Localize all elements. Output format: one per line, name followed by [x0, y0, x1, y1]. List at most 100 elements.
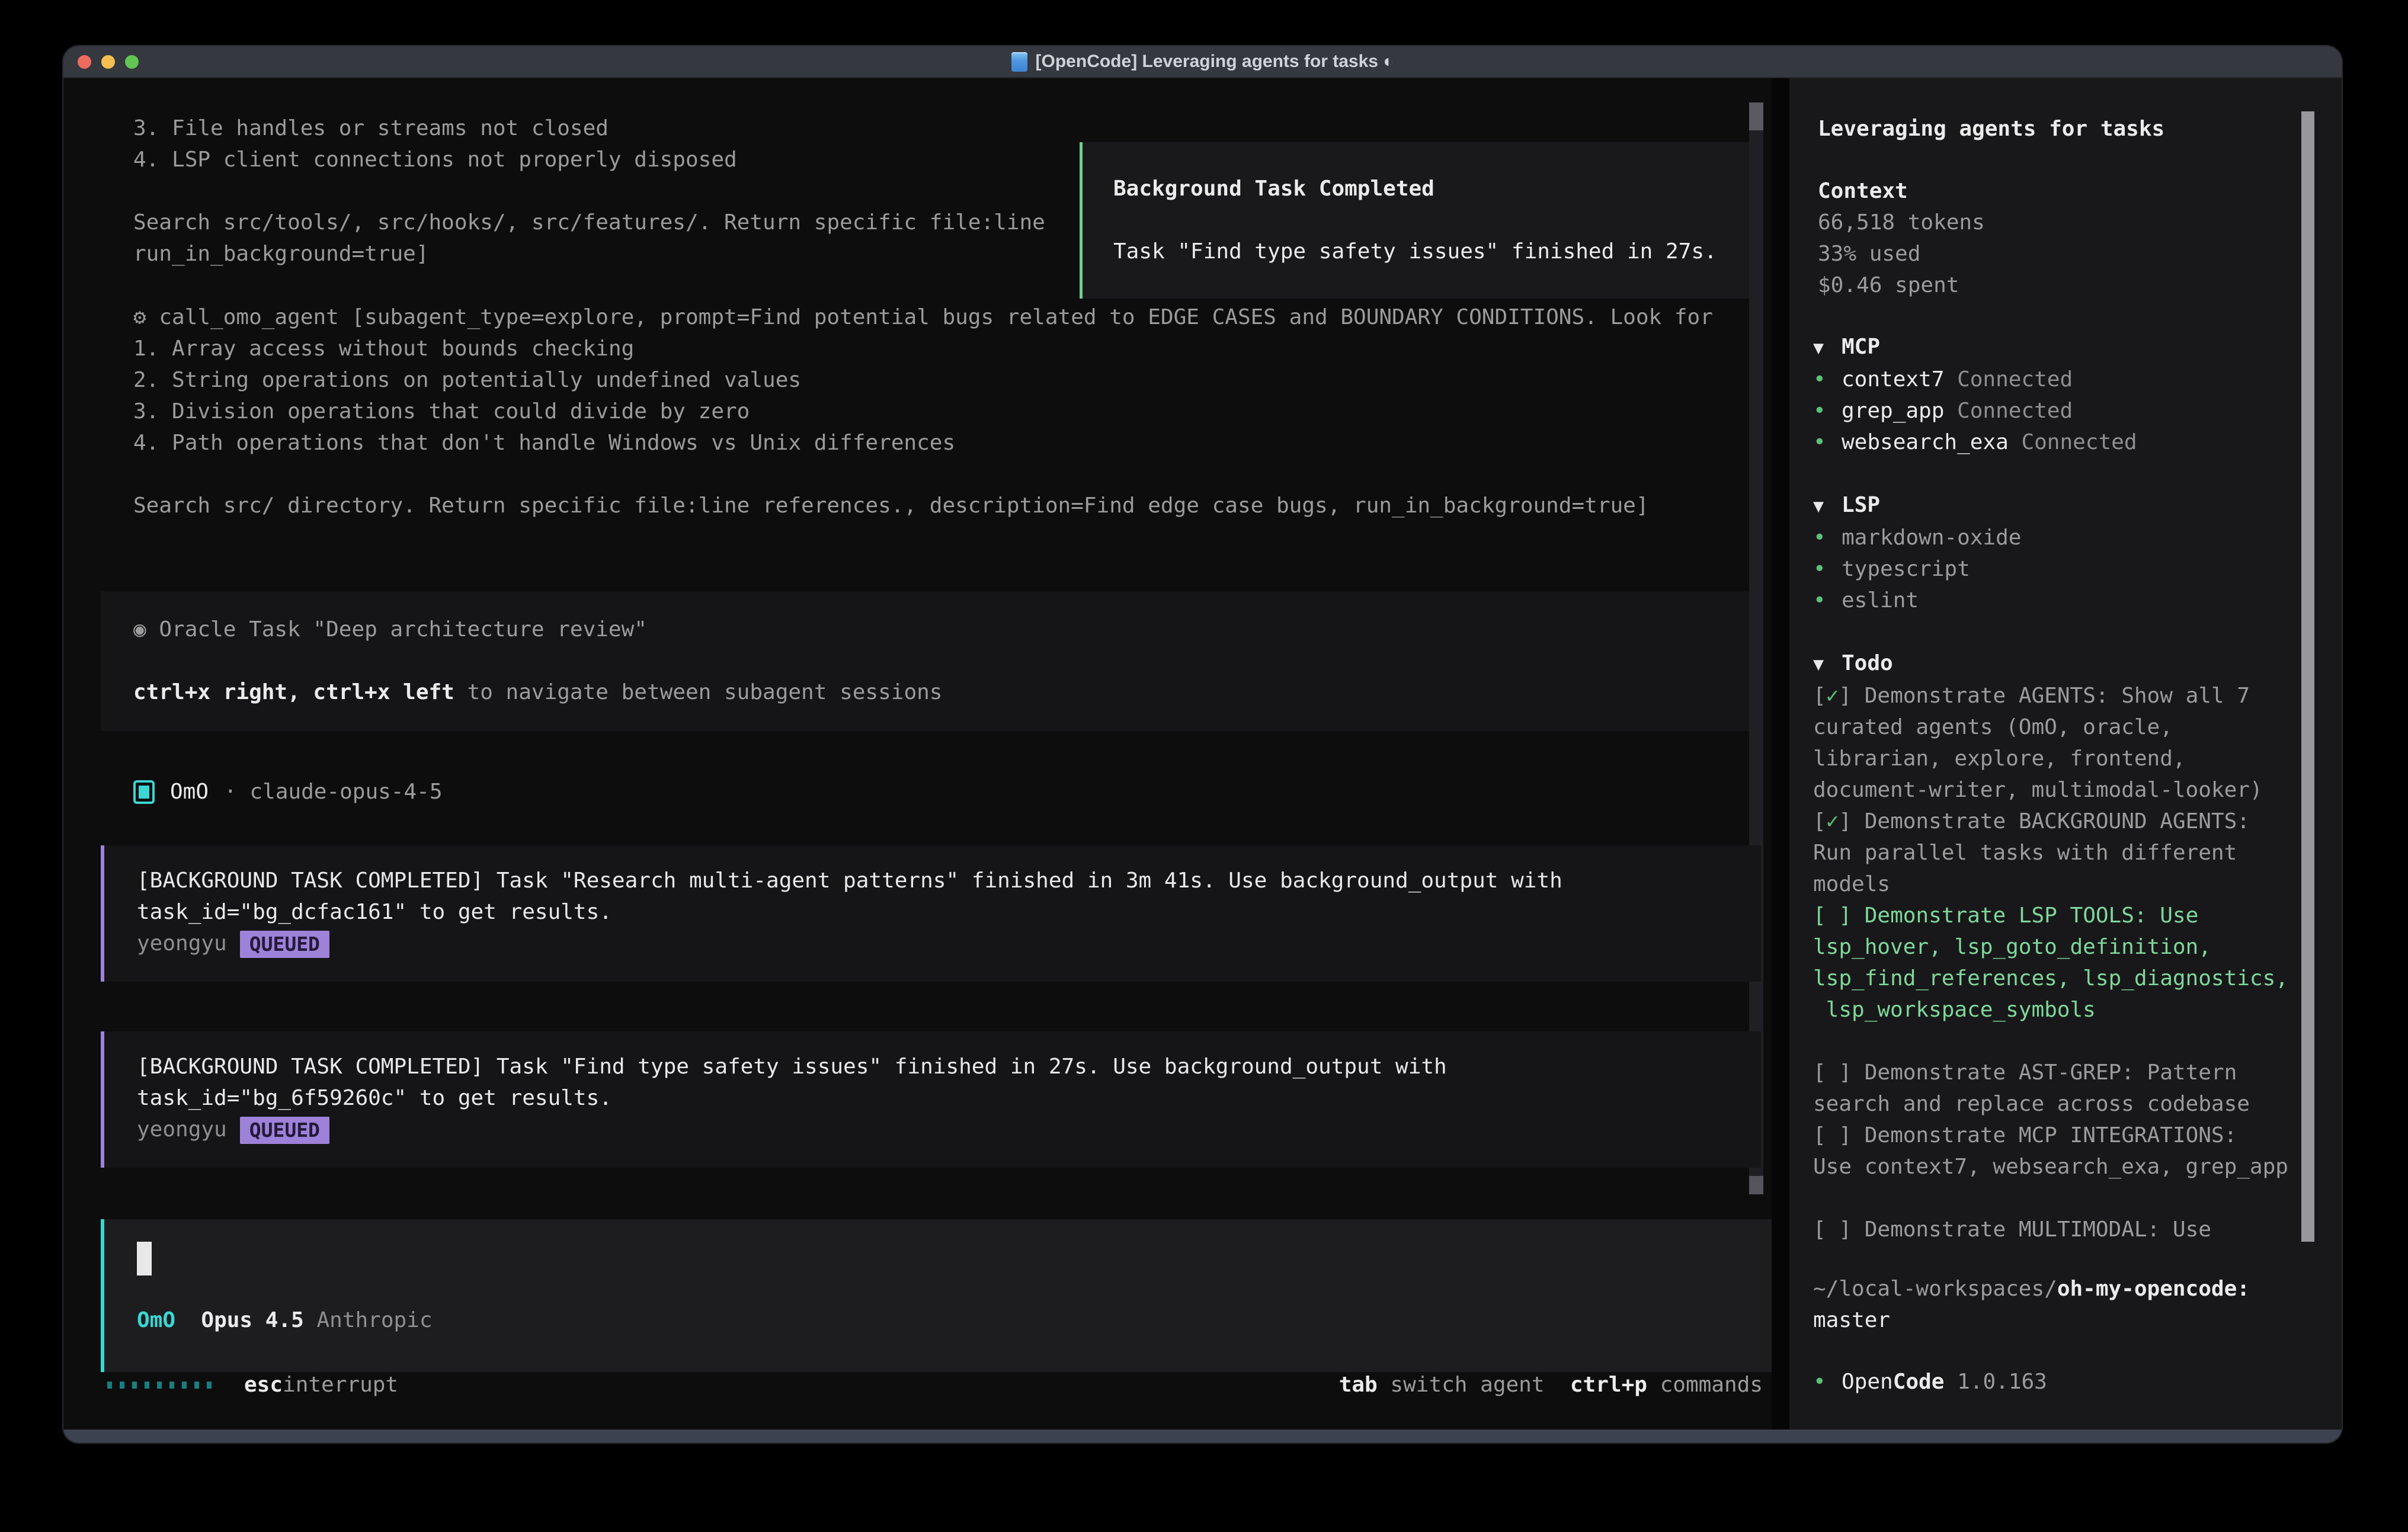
collapse-triangle-icon[interactable]: ▼ — [1813, 332, 1842, 364]
todo-checkbox — [1826, 1123, 1839, 1148]
oracle-spacer — [133, 645, 1761, 677]
terminal-output-line: 4. LSP client connections not properly d… — [133, 144, 1045, 175]
todo-line[interactable]: [✓] Demonstrate BACKGROUND AGENTS: — [1813, 806, 2311, 837]
tool-call-line: 2. String operations on potentially unde… — [133, 364, 1713, 396]
document-icon — [1011, 52, 1027, 72]
lsp-item[interactable]: •markdown-oxide — [1813, 522, 2021, 553]
mcp-status: Connected — [1944, 399, 2073, 423]
tab-key[interactable]: tab — [1339, 1373, 1378, 1397]
todo-line[interactable]: [✓] Demonstrate AGENTS: Show all 7 — [1813, 680, 2311, 711]
input-agent: OmO — [137, 1308, 175, 1332]
gear-icon: ⚙ — [133, 305, 159, 329]
tool-call-line — [133, 459, 1713, 490]
todo-heading-row[interactable]: ▼Todo — [1813, 648, 2311, 680]
todo-line: curated agents (OmO, oracle, — [1813, 711, 2311, 743]
main-scrollbar-thumb[interactable] — [1749, 130, 1763, 1176]
notification-toast: Background Task Completed Task "Find typ… — [1080, 142, 1758, 299]
todo-line[interactable]: [ ] Demonstrate LSP TOOLS: Use — [1813, 900, 2311, 931]
mcp-status: Connected — [1944, 367, 2073, 392]
mcp-section: ▼MCP •context7 Connected•grep_app Connec… — [1813, 331, 2137, 458]
todo-line: Use context7, websearch_exa, grep_app — [1813, 1151, 2311, 1182]
todo-line[interactable]: [ ] Demonstrate MULTIMODAL: Use — [1813, 1214, 2311, 1245]
workspace-repo: oh-my-opencode: — [2057, 1277, 2250, 1301]
mcp-heading-row[interactable]: ▼MCP — [1813, 331, 2137, 364]
spinner-dot — [169, 1382, 174, 1389]
context-heading: Context — [1818, 175, 1985, 207]
background-task-card[interactable]: [BACKGROUND TASK COMPLETED] Task "Resear… — [101, 845, 1761, 982]
collapse-triangle-icon[interactable]: ▼ — [1813, 491, 1842, 522]
context-used: 33% used — [1818, 238, 1985, 270]
window-titlebar[interactable]: [OpenCode] Leveraging agents for tasks ◐ — [63, 46, 2342, 78]
sidebar: Leveraging agents for tasks Context 66,5… — [1789, 78, 2342, 1430]
spinner-dot — [145, 1382, 149, 1389]
lsp-item[interactable]: •eslint — [1813, 585, 2021, 616]
input-provider: Anthropic — [316, 1308, 432, 1332]
sidebar-scrollbar-thumb[interactable] — [2301, 111, 2314, 1242]
main-scrollbar-bottom[interactable] — [1749, 1176, 1763, 1194]
tool-call-line: 4. Path operations that don't handle Win… — [133, 427, 1713, 459]
oracle-task-panel[interactable]: ◉ Oracle Task "Deep architecture review"… — [101, 591, 1761, 731]
terminal-main[interactable]: 3. File handles or streams not closed4. … — [63, 78, 1772, 1430]
oracle-hint-keys: ctrl+x right, ctrl+x left — [133, 680, 454, 704]
window-bottom-edge — [63, 1430, 2342, 1443]
mcp-item[interactable]: •websearch_exa Connected — [1813, 427, 2137, 458]
tool-call-line: ⚙ call_omo_agent [subagent_type=explore,… — [133, 302, 1713, 333]
version-name: Open — [1842, 1370, 1893, 1394]
todo-line[interactable]: [ ] Demonstrate MCP INTEGRATIONS: — [1813, 1120, 2311, 1151]
todo-line: search and replace across codebase — [1813, 1088, 2311, 1120]
task-line-2: task_id="bg_dcfac161" to get results. — [137, 896, 1761, 928]
todo-line[interactable]: [ ] Demonstrate AST-GREP: Pattern — [1813, 1057, 2311, 1088]
agent-header: OmO · claude-opus-4-5 — [133, 776, 443, 807]
mcp-item[interactable]: •context7 Connected — [1813, 364, 2137, 395]
lsp-heading: LSP — [1842, 493, 1880, 517]
lsp-item[interactable]: •typescript — [1813, 553, 2021, 585]
tab-label: switch agent — [1390, 1373, 1544, 1397]
main-scrollbar-top[interactable] — [1749, 102, 1763, 130]
terminal-output-line: Search src/tools/, src/hooks/, src/featu… — [133, 207, 1045, 238]
window-title-text: [OpenCode] Leveraging agents for tasks ◐ — [1036, 52, 1394, 72]
esc-key[interactable]: esc — [244, 1369, 283, 1400]
status-dot-icon: • — [1813, 1366, 1842, 1398]
oracle-task-title: ◉ Oracle Task "Deep architecture review" — [133, 614, 1761, 645]
input-model[interactable]: Opus 4.5 — [201, 1308, 303, 1332]
input-meta-row: OmO Opus 4.5 Anthropic — [137, 1305, 433, 1336]
task-line-1: [BACKGROUND TASK COMPLETED] Task "Resear… — [137, 865, 1761, 896]
todo-line: lsp_hover, lsp_goto_definition, — [1813, 931, 2311, 963]
mcp-name: context7 — [1842, 367, 1944, 392]
tool-call-line: Search src/ directory. Return specific f… — [133, 490, 1713, 521]
context-tokens: 66,518 tokens — [1818, 207, 1985, 238]
terminal-output-block: 3. File handles or streams not closed4. … — [133, 113, 1045, 270]
ctrlp-key[interactable]: ctrl+p — [1570, 1373, 1647, 1397]
prompt-input[interactable]: OmO Opus 4.5 Anthropic — [101, 1219, 1772, 1372]
todo-checkbox: ✓ — [1826, 684, 1839, 708]
collapse-triangle-icon[interactable]: ▼ — [1813, 649, 1842, 680]
todo-gap — [1813, 1182, 2311, 1214]
status-bar: esc interrupt tab switch agent ctrl+p co… — [107, 1369, 1763, 1400]
background-task-card[interactable]: [BACKGROUND TASK COMPLETED] Task "Find t… — [101, 1031, 1761, 1168]
spinner-dot — [120, 1382, 124, 1389]
todo-checkbox — [1826, 1217, 1839, 1242]
todo-line: librarian, explore, frontend, — [1813, 743, 2311, 774]
task-line-1: [BACKGROUND TASK COMPLETED] Task "Find t… — [137, 1051, 1761, 1082]
todo-line: Run parallel tasks with different — [1813, 837, 2311, 868]
mcp-item[interactable]: •grep_app Connected — [1813, 395, 2137, 427]
todo-checkbox — [1826, 1060, 1839, 1085]
version-row: •OpenCode 1.0.163 — [1813, 1366, 2047, 1398]
spinner-dot — [157, 1382, 162, 1389]
connected-dot-icon: • — [1813, 553, 1842, 585]
app-window: [OpenCode] Leveraging agents for tasks ◐… — [63, 46, 2342, 1443]
context-spent: $0.46 spent — [1818, 270, 1985, 301]
status-right: tab switch agent ctrl+p commands — [1339, 1369, 1763, 1400]
lsp-heading-row[interactable]: ▼LSP — [1813, 489, 2021, 522]
version-name-bold: Code — [1893, 1370, 1945, 1394]
spinner-dot — [207, 1382, 212, 1389]
task-user: yeongyu — [137, 931, 227, 956]
workspace-path: ~/local-workspaces/oh-my-opencode:master — [1813, 1273, 2250, 1336]
tool-call-line: 3. Division operations that could divide… — [133, 396, 1713, 427]
lsp-name: eslint — [1842, 588, 1919, 613]
todo-section: ▼Todo [✓] Demonstrate AGENTS: Show all 7… — [1813, 648, 2311, 1245]
oracle-hint-rest: to navigate between subagent sessions — [454, 680, 943, 704]
terminal-output-line: run_in_background=true] — [133, 238, 1045, 270]
oracle-hint: ctrl+x right, ctrl+x left to navigate be… — [133, 677, 1761, 708]
notification-title: Background Task Completed — [1113, 173, 1755, 204]
